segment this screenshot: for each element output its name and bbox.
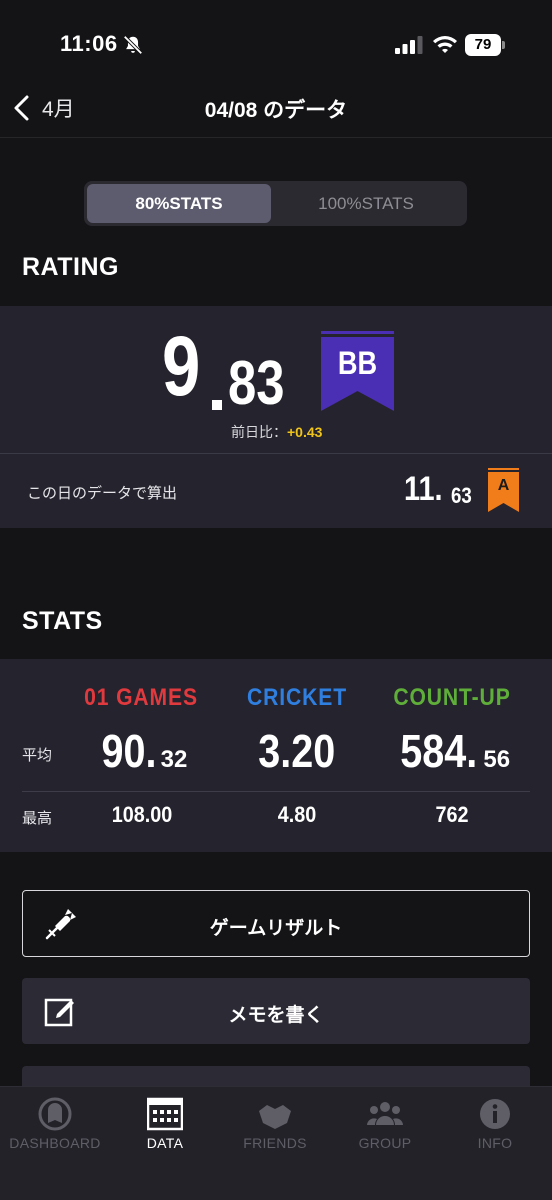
tab-bar: DASHBOARD DATA FRIENDS GROUP INFO: [0, 1086, 552, 1200]
dashboard-icon: [38, 1097, 72, 1131]
day-rating-flag-label: A: [497, 477, 510, 494]
tab-label: DATA: [146, 1135, 184, 1151]
divider: [22, 791, 530, 792]
tab-label: INFO: [477, 1135, 513, 1151]
write-memo-label: メモを書く: [228, 1005, 324, 1026]
page-title: 04/08 のデータ: [204, 99, 348, 122]
game-result-label: ゲームリザルト: [209, 918, 343, 939]
tab-dashboard[interactable]: DASHBOARD: [0, 1087, 110, 1167]
tab-label: GROUP: [358, 1135, 412, 1151]
column-head-cricket: CRICKET: [246, 684, 348, 711]
toggle-80-stats[interactable]: 80%STATS: [87, 184, 271, 223]
battery-indicator: 79: [465, 34, 505, 56]
battery-cap: [502, 41, 505, 49]
column-head-01-games: 01 GAMES: [84, 684, 198, 711]
game-result-button[interactable]: ゲームリザルト: [22, 890, 530, 957]
status-bar: 11:06 79: [0, 0, 552, 80]
group-icon: [367, 1102, 403, 1125]
tab-label: FRIENDS: [243, 1135, 307, 1151]
row-label-avg: 平均: [22, 747, 53, 764]
tab-label: DASHBOARD: [9, 1135, 101, 1151]
avg-cricket: 3.20: [212, 724, 382, 778]
max-cricket: 4.80: [277, 802, 317, 827]
stats-section-title: STATS: [22, 607, 103, 635]
column-head-count-up: COUNT-UP: [393, 684, 511, 711]
tab-friends[interactable]: FRIENDS: [220, 1087, 330, 1167]
rating-integer: 9: [162, 319, 201, 413]
divider: [0, 453, 552, 454]
avg-01-games-int: 90.: [101, 725, 157, 777]
avg-01-games: 90. 32: [57, 724, 227, 778]
rating-flag-label: BB: [337, 345, 378, 381]
avg-01-games-dec: 32: [160, 746, 188, 773]
rating-section-title: RATING: [22, 253, 119, 281]
toggle-100-stats[interactable]: 100%STATS: [274, 184, 458, 223]
prev-day-label: 前日比：: [231, 424, 287, 440]
day-rating-integer: 11.: [404, 470, 443, 508]
tab-info[interactable]: INFO: [440, 1087, 550, 1167]
stats-mode-toggle: 80%STATS 100%STATS: [84, 181, 467, 226]
data-icon: [147, 1097, 183, 1131]
avg-count-up-int: 584.: [400, 725, 478, 777]
prev-day-comparison: 前日比：+0.43: [231, 422, 322, 442]
cellular-signal-icon: [395, 36, 423, 54]
day-rating-decimal: 63: [451, 483, 472, 508]
nav-bar: 4月 04/08 のデータ: [0, 80, 552, 138]
max-count-up: 762: [435, 802, 469, 827]
info-icon: [480, 1099, 510, 1129]
prev-day-delta: +0.43: [287, 424, 323, 440]
row-label-max: 最高: [22, 810, 53, 827]
wifi-icon: [433, 36, 457, 53]
status-time: 11:06: [60, 31, 118, 56]
avg-count-up: 584. 56: [367, 724, 537, 778]
rating-decimal-point: [212, 400, 222, 410]
avg-count-up-dec: 56: [483, 746, 511, 773]
battery-level: 79: [465, 34, 501, 56]
avg-cricket-int: 3.20: [258, 725, 336, 777]
write-memo-button[interactable]: メモを書く: [22, 978, 530, 1044]
day-calc-label: この日のデータで算出: [27, 485, 178, 502]
tab-data[interactable]: DATA: [110, 1087, 220, 1167]
tab-group[interactable]: GROUP: [330, 1087, 440, 1167]
friends-icon: [259, 1105, 291, 1129]
bell-muted-icon: [123, 35, 143, 55]
rating-decimal: 83: [228, 349, 285, 418]
max-01-games: 108.00: [111, 802, 173, 827]
